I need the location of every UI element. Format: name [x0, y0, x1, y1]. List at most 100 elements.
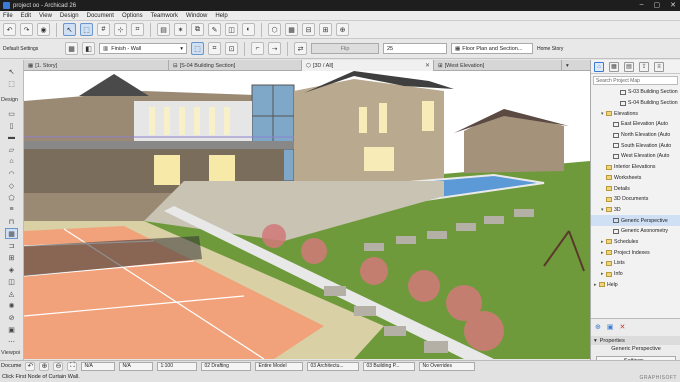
skylight-tool-icon[interactable]: ◇: [5, 180, 18, 191]
magic-wand-icon[interactable]: ✶: [174, 23, 187, 36]
tree-item[interactable]: Details: [591, 183, 680, 194]
maximize-icon[interactable]: ▢: [654, 1, 661, 9]
view-map-icon[interactable]: ▦: [609, 61, 619, 72]
3d-viewport[interactable]: [24, 71, 590, 359]
window-tool-icon[interactable]: ⊞: [5, 252, 18, 263]
mesh-tool-icon[interactable]: ◬: [5, 288, 18, 299]
door-tool-icon[interactable]: ⊐: [5, 240, 18, 251]
elevation-icon[interactable]: ⊞: [319, 23, 332, 36]
arrow-tool-icon[interactable]: ↖: [5, 66, 18, 77]
scheme-icon[interactable]: ⌗: [208, 42, 221, 55]
layers-icon[interactable]: ▤: [157, 23, 170, 36]
tree-item[interactable]: S-04 Building Section: [591, 98, 680, 109]
project-map-icon[interactable]: ⌂: [594, 61, 604, 72]
trace-icon[interactable]: ⌗: [131, 23, 144, 36]
undo-icon[interactable]: ↶: [3, 23, 16, 36]
tree-item[interactable]: Interior Elevations: [591, 162, 680, 173]
view-combo[interactable]: ▦ Floor Plan and Section...: [451, 43, 533, 54]
value-field[interactable]: 25: [383, 43, 447, 54]
tree-item[interactable]: Generic Axonometry: [591, 226, 680, 237]
search-input[interactable]: Search Project Map: [593, 76, 678, 85]
undo-view-icon[interactable]: ↶: [25, 361, 36, 371]
frame-icon[interactable]: ⊡: [225, 42, 238, 55]
zoom-field[interactable]: N/A: [119, 361, 154, 371]
settings-dialog-icon[interactable]: ▦: [65, 42, 78, 55]
morph-tool-icon[interactable]: ⬠: [5, 192, 18, 203]
angle-icon[interactable]: ⌐: [251, 42, 264, 55]
properties-header[interactable]: ▾ Properties: [591, 336, 680, 345]
more-tools-icon[interactable]: ⋯: [5, 336, 18, 347]
column-tool-icon[interactable]: ▯: [5, 120, 18, 131]
tree-item[interactable]: West Elevation (Auto: [591, 151, 680, 162]
composite-select[interactable]: ▥ Finish - Wall ▾: [99, 43, 187, 54]
eye-icon[interactable]: ◉: [37, 23, 50, 36]
menu-teamwork[interactable]: Teamwork: [151, 13, 178, 19]
clone-view-icon[interactable]: ▣: [607, 323, 614, 331]
tree-item[interactable]: ▸ Lists: [591, 258, 680, 269]
suspend-groups-icon[interactable]: ⧉: [191, 23, 204, 36]
panel-tool-icon[interactable]: ▣: [5, 324, 18, 335]
mvo-combo[interactable]: 03 Architectu...: [307, 361, 360, 371]
tree-item[interactable]: ▾ 3D: [591, 205, 680, 216]
3d-scene[interactable]: [24, 71, 590, 359]
minimize-icon[interactable]: –: [640, 1, 644, 9]
guide-icon[interactable]: ⊹: [114, 23, 127, 36]
railing-tool-icon[interactable]: ⊓: [5, 216, 18, 227]
marquee-tool-icon[interactable]: ⬚: [5, 78, 18, 89]
3d-view-icon[interactable]: ⬡: [268, 23, 281, 36]
opening-tool-icon[interactable]: ⊘: [5, 312, 18, 323]
tab-elevation[interactable]: ⊞ [West Elevation]: [434, 60, 562, 71]
model-filter[interactable]: Entire Model: [255, 361, 304, 371]
delete-view-icon[interactable]: ✕: [620, 323, 626, 331]
tree-item[interactable]: S-03 Building Section: [591, 87, 680, 98]
geometry-method-icon[interactable]: ◧: [82, 42, 95, 55]
tree-item[interactable]: South Elevation (Auto: [591, 140, 680, 151]
grid-snap-icon[interactable]: #: [97, 23, 110, 36]
pen-set-combo[interactable]: 03 Building P...: [363, 361, 416, 371]
shell-tool-icon[interactable]: ◠: [5, 168, 18, 179]
menu-options[interactable]: Options: [122, 13, 143, 19]
layer-combo[interactable]: 02 Drafting: [201, 361, 252, 371]
tab-section[interactable]: ⊟ [S-04 Building Section]: [169, 60, 302, 71]
flip-button[interactable]: Flip: [311, 43, 379, 54]
marquee-icon[interactable]: ⬚: [80, 23, 93, 36]
zoom-in-icon[interactable]: ⊕: [39, 361, 50, 371]
menu-help[interactable]: Help: [215, 13, 227, 19]
angle-field[interactable]: N/A: [81, 361, 116, 371]
menu-window[interactable]: Window: [186, 13, 207, 19]
beam-tool-icon[interactable]: ▬: [5, 132, 18, 143]
tree-item[interactable]: ▸ Help: [591, 279, 680, 290]
menu-edit[interactable]: Edit: [21, 13, 31, 19]
publisher-icon[interactable]: ⇪: [639, 61, 649, 72]
tree-item[interactable]: North Elevation (Auto: [591, 130, 680, 141]
new-view-icon[interactable]: ⊕: [595, 323, 601, 331]
flip-icon[interactable]: ⇄: [294, 42, 307, 55]
curtain-wall-icon[interactable]: ⬚: [191, 42, 204, 55]
direction-icon[interactable]: ➝: [268, 42, 281, 55]
tab-menu[interactable]: ▾: [562, 60, 590, 71]
roof-tool-icon[interactable]: ⌂: [5, 156, 18, 167]
lamp-tool-icon[interactable]: ✺: [5, 300, 18, 311]
scale-field[interactable]: 1:100: [157, 361, 198, 371]
tree-item[interactable]: ▸ Project Indexes: [591, 247, 680, 258]
zone-tool-icon[interactable]: ◫: [5, 276, 18, 287]
tree-item[interactable]: Generic Perspective: [591, 215, 680, 226]
section-icon[interactable]: ⊟: [302, 23, 315, 36]
menu-document[interactable]: Document: [87, 13, 114, 19]
zoom-out-icon[interactable]: ⊖: [53, 361, 64, 371]
fit-window-icon[interactable]: ⛶: [67, 361, 78, 371]
wall-tool-icon[interactable]: ▭: [5, 108, 18, 119]
close-icon[interactable]: ✕: [670, 1, 676, 9]
object-tool-icon[interactable]: ◈: [5, 264, 18, 275]
navigator-menu-icon[interactable]: ≡: [654, 61, 664, 72]
close-tab-icon[interactable]: ✕: [425, 62, 430, 69]
menu-file[interactable]: File: [3, 13, 13, 19]
curtain-wall-tool-icon[interactable]: ▦: [5, 228, 18, 239]
menu-view[interactable]: View: [39, 13, 52, 19]
arrow-select-icon[interactable]: ↖: [63, 23, 76, 36]
tree-item[interactable]: East Elevation (Auto: [591, 119, 680, 130]
camera-icon[interactable]: ◫: [225, 23, 238, 36]
tree-item[interactable]: Worksheets: [591, 173, 680, 184]
stair-tool-icon[interactable]: ≡: [5, 204, 18, 215]
slab-tool-icon[interactable]: ▱: [5, 144, 18, 155]
